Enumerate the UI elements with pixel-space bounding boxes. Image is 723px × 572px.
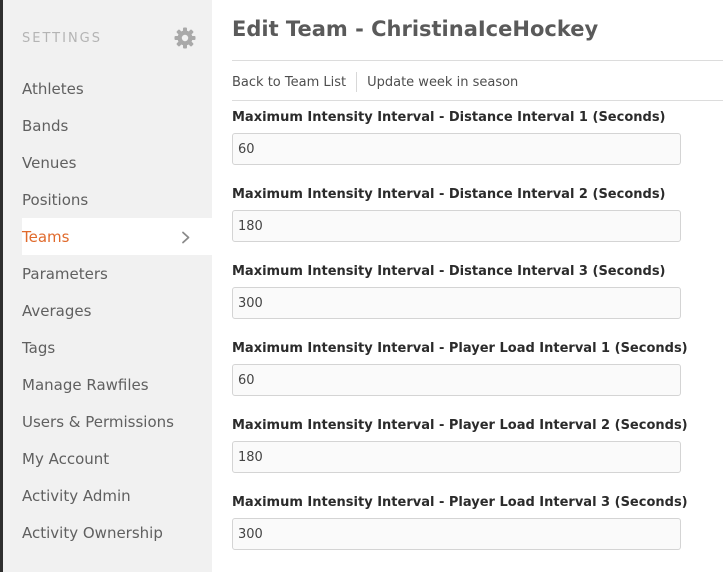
player-load-interval-2-field: Maximum Intensity Interval - Player Load…: [232, 418, 688, 473]
sidebar-item-label: Positions: [22, 190, 89, 209]
sidebar-item-activity-admin[interactable]: Activity Admin: [0, 477, 212, 514]
player-load-interval-2-input[interactable]: [232, 441, 681, 473]
sidebar-header: SETTINGS: [22, 26, 197, 52]
player-load-interval-3-field: Maximum Intensity Interval - Player Load…: [232, 495, 688, 550]
sidebar-item-manage-rawfiles[interactable]: Manage Rawfiles: [0, 366, 212, 403]
sidebar-item-label: Parameters: [22, 264, 108, 283]
links-divider: [232, 100, 723, 101]
sidebar-item-users-permissions[interactable]: Users & Permissions: [0, 403, 212, 440]
player-load-interval-1-field: Maximum Intensity Interval - Player Load…: [232, 341, 688, 396]
action-links: Back to Team List Update week in season: [232, 71, 518, 93]
sidebar-item-tags[interactable]: Tags: [0, 329, 212, 366]
field-label: Maximum Intensity Interval - Player Load…: [232, 495, 688, 510]
settings-nav: Athletes Bands Venues Positions Teams Pa…: [0, 70, 212, 551]
distance-interval-2-input[interactable]: [232, 210, 681, 242]
title-divider: [232, 60, 723, 61]
sidebar-item-label: Venues: [22, 153, 77, 172]
sidebar-item-positions[interactable]: Positions: [0, 181, 212, 218]
chevron-right-icon: [180, 230, 192, 244]
sidebar-item-venues[interactable]: Venues: [0, 144, 212, 181]
settings-sidebar: SETTINGS Athletes Bands Venues Positions…: [0, 0, 212, 572]
gear-icon[interactable]: [173, 26, 197, 50]
sidebar-title: SETTINGS: [22, 31, 103, 46]
sidebar-item-parameters[interactable]: Parameters: [0, 255, 212, 292]
sidebar-item-label: Users & Permissions: [22, 412, 174, 431]
sidebar-item-label: Averages: [22, 301, 92, 320]
sidebar-item-label: Teams: [22, 227, 70, 246]
sidebar-item-my-account[interactable]: My Account: [0, 440, 212, 477]
field-label: Maximum Intensity Interval - Distance In…: [232, 264, 666, 279]
sidebar-item-label: My Account: [22, 449, 110, 468]
back-to-team-list-link[interactable]: Back to Team List: [232, 75, 346, 90]
sidebar-item-label: Activity Ownership: [22, 523, 163, 542]
page-title: Edit Team - ChristinaIceHockey: [232, 17, 599, 41]
link-separator: [356, 72, 358, 92]
sidebar-item-label: Bands: [22, 116, 69, 135]
player-load-interval-3-input[interactable]: [232, 518, 681, 550]
sidebar-item-label: Activity Admin: [22, 486, 131, 505]
distance-interval-1-input[interactable]: [232, 133, 681, 165]
player-load-interval-1-input[interactable]: [232, 364, 681, 396]
sidebar-item-athletes[interactable]: Athletes: [0, 70, 212, 107]
sidebar-item-label: Tags: [22, 338, 56, 357]
sidebar-item-averages[interactable]: Averages: [0, 292, 212, 329]
field-label: Maximum Intensity Interval - Distance In…: [232, 110, 666, 125]
update-week-in-season-link[interactable]: Update week in season: [367, 75, 518, 90]
sidebar-item-label: Athletes: [22, 79, 84, 98]
distance-interval-3-input[interactable]: [232, 287, 681, 319]
field-label: Maximum Intensity Interval - Player Load…: [232, 341, 688, 356]
field-label: Maximum Intensity Interval - Player Load…: [232, 418, 688, 433]
sidebar-item-bands[interactable]: Bands: [0, 107, 212, 144]
distance-interval-3-field: Maximum Intensity Interval - Distance In…: [232, 264, 681, 319]
sidebar-item-teams[interactable]: Teams: [22, 218, 212, 255]
settings-page: SETTINGS Athletes Bands Venues Positions…: [0, 0, 723, 572]
field-label: Maximum Intensity Interval - Distance In…: [232, 187, 666, 202]
sidebar-item-label: Manage Rawfiles: [22, 375, 149, 394]
sidebar-item-activity-ownership[interactable]: Activity Ownership: [0, 514, 212, 551]
distance-interval-1-field: Maximum Intensity Interval - Distance In…: [232, 110, 681, 165]
distance-interval-2-field: Maximum Intensity Interval - Distance In…: [232, 187, 681, 242]
